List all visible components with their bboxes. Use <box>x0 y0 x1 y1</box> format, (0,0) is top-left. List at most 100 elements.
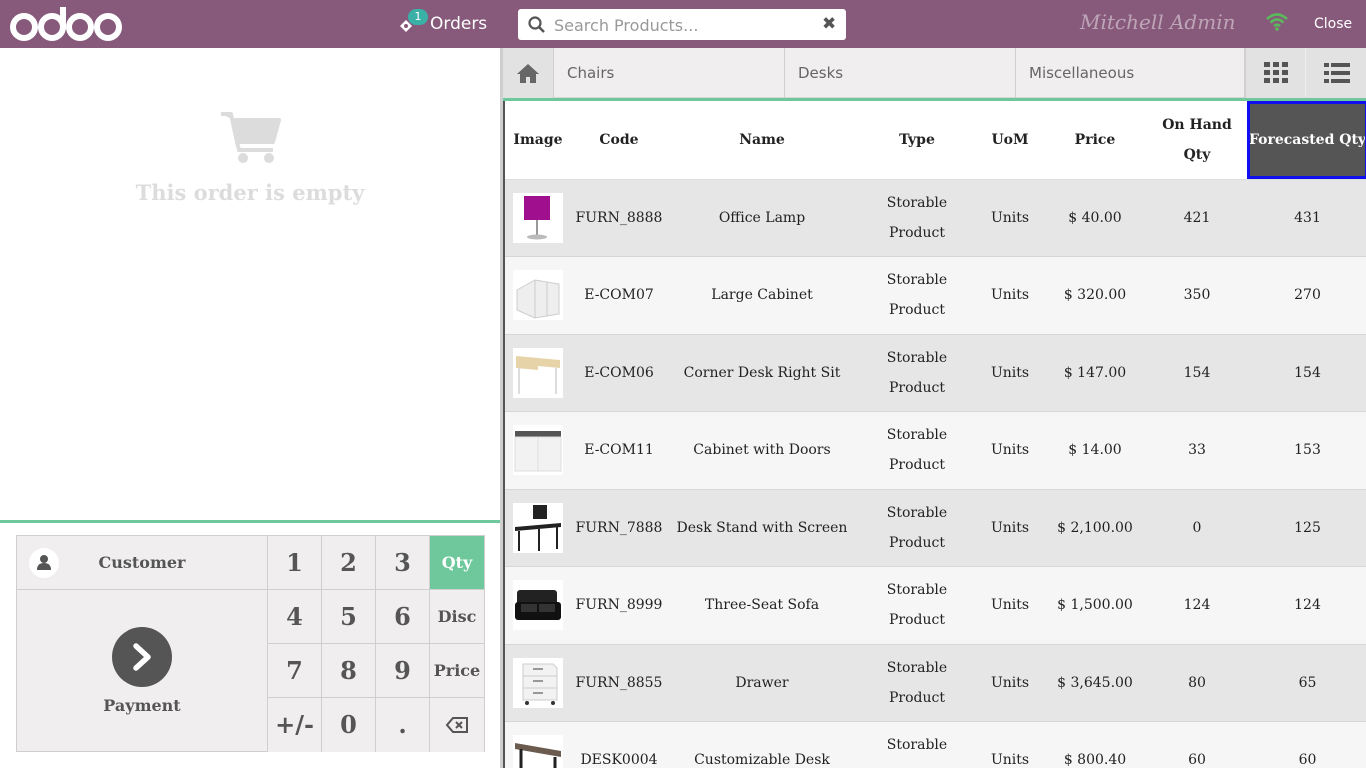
product-name: Drawer <box>667 644 857 722</box>
search-box: ✖ <box>518 9 846 40</box>
product-price: $ 320.00 <box>1043 256 1147 335</box>
table-row[interactable]: E-COM06 Corner Desk Right Sit Storable P… <box>505 334 1366 412</box>
numpad-key-9[interactable]: 9 <box>376 644 430 698</box>
product-on-hand-qty: 80 <box>1147 644 1247 722</box>
product-code: FURN_8855 <box>571 644 667 722</box>
table-row[interactable]: E-COM11 Cabinet with Doors Storable Prod… <box>505 411 1366 490</box>
product-code: DESK0004 <box>571 721 667 768</box>
product-uom: Units <box>977 489 1043 567</box>
numpad-key-0[interactable]: 0 <box>322 698 376 752</box>
list-view-button[interactable] <box>1306 48 1366 98</box>
customer-button[interactable]: Customer <box>16 535 268 590</box>
product-price: $ 2,100.00 <box>1043 489 1147 567</box>
chevron-right-icon <box>133 643 151 671</box>
home-icon <box>517 64 539 83</box>
product-type: Storable Product <box>857 411 977 490</box>
product-uom: Units <box>977 179 1043 257</box>
product-price: $ 40.00 <box>1043 179 1147 257</box>
numpad-key-3[interactable]: 3 <box>376 536 430 590</box>
table-row[interactable]: E-COM07 Large Cabinet Storable Product U… <box>505 256 1366 335</box>
product-type: Storable Product <box>857 334 977 412</box>
table-row[interactable]: DESK0004 Customizable Desk Storable Prod… <box>505 721 1366 768</box>
column-header-on-hand-qty[interactable]: On Hand Qty <box>1147 101 1247 180</box>
numpad-key-4[interactable]: 4 <box>268 590 322 644</box>
wifi-icon[interactable] <box>1266 13 1288 31</box>
orders-count-badge: 1 <box>408 9 428 25</box>
odoo-logo <box>10 7 122 41</box>
product-forecasted-qty: 154 <box>1247 334 1366 412</box>
product-code: E-COM07 <box>571 256 667 335</box>
product-on-hand-qty: 124 <box>1147 566 1247 645</box>
payment-chevron-circle <box>112 627 172 687</box>
search-input[interactable] <box>554 13 814 37</box>
product-price: $ 1,500.00 <box>1043 566 1147 645</box>
numpad-key-2[interactable]: 2 <box>322 536 376 590</box>
numpad-key-5[interactable]: 5 <box>322 590 376 644</box>
clear-search-icon[interactable]: ✖ <box>822 15 836 33</box>
numpad: 1 2 3 Qty 4 5 6 Disc 7 8 9 Price +/- 0 . <box>267 535 485 752</box>
column-header-code: Code <box>571 101 667 180</box>
drawer-image <box>513 657 563 708</box>
product-code: E-COM11 <box>571 411 667 490</box>
category-chairs[interactable]: Chairs <box>554 48 785 98</box>
category-miscellaneous[interactable]: Miscellaneous <box>1016 48 1245 98</box>
numpad-key-6[interactable]: 6 <box>376 590 430 644</box>
table-row[interactable]: FURN_8888 Office Lamp Storable Product U… <box>505 179 1366 257</box>
numpad-key-1[interactable]: 1 <box>268 536 322 590</box>
disc-mode-button[interactable]: Disc <box>430 590 484 644</box>
home-category-button[interactable] <box>503 48 554 98</box>
product-forecasted-qty: 124 <box>1247 566 1366 645</box>
product-name: Office Lamp <box>667 179 857 257</box>
product-image-cell <box>505 644 571 722</box>
price-mode-button[interactable]: Price <box>430 644 484 698</box>
orders-button[interactable]: 1 Orders <box>398 9 488 36</box>
product-uom: Units <box>977 644 1043 722</box>
backspace-button[interactable] <box>430 698 484 752</box>
product-on-hand-qty: 0 <box>1147 489 1247 567</box>
product-code: FURN_8888 <box>571 179 667 257</box>
product-name: Corner Desk Right Sit <box>667 334 857 412</box>
table-row[interactable]: FURN_8999 Three-Seat Sofa Storable Produ… <box>505 566 1366 645</box>
lamp-image <box>513 192 563 243</box>
column-header-price: Price <box>1043 101 1147 180</box>
product-image-cell <box>505 411 571 490</box>
cashier-name[interactable]: Mitchell Admin <box>1080 10 1235 34</box>
customer-label: Customer <box>98 553 186 572</box>
numpad-key-dot[interactable]: . <box>376 698 430 752</box>
numpad-key-8[interactable]: 8 <box>322 644 376 698</box>
table-row[interactable]: FURN_8855 Drawer Storable Product Units … <box>505 644 1366 722</box>
product-type: Storable Product <box>857 644 977 722</box>
numpad-key-7[interactable]: 7 <box>268 644 322 698</box>
numpad-key-plusminus[interactable]: +/- <box>268 698 322 752</box>
orders-label: Orders <box>430 14 488 34</box>
table-row[interactable]: FURN_7888 Desk Stand with Screen Storabl… <box>505 489 1366 567</box>
product-image-cell <box>505 489 571 567</box>
product-forecasted-qty: 153 <box>1247 411 1366 490</box>
grid-view-button[interactable] <box>1245 48 1305 98</box>
product-on-hand-qty: 421 <box>1147 179 1247 257</box>
payment-label: Payment <box>103 696 181 715</box>
product-forecasted-qty: 60 <box>1247 721 1366 768</box>
product-uom: Units <box>977 256 1043 335</box>
close-button[interactable]: Close <box>1314 16 1352 32</box>
search-icon <box>528 16 545 33</box>
product-uom: Units <box>977 721 1043 768</box>
list-icon <box>1324 63 1350 83</box>
product-uom: Units <box>977 566 1043 645</box>
column-header-image: Image <box>505 101 571 180</box>
column-header-uom: UoM <box>977 101 1043 180</box>
category-desks[interactable]: Desks <box>785 48 1016 98</box>
column-header-forecasted-qty[interactable]: Forecasted Qty <box>1247 101 1366 180</box>
payment-button[interactable]: Payment <box>16 590 268 752</box>
product-name: Cabinet with Doors <box>667 411 857 490</box>
sofa-image <box>513 580 563 631</box>
column-header-type: Type <box>857 101 977 180</box>
qty-mode-button[interactable]: Qty <box>430 536 484 590</box>
product-type: Storable Product <box>857 179 977 257</box>
product-code: FURN_8999 <box>571 566 667 645</box>
shopping-cart-icon <box>221 112 281 163</box>
column-header-name: Name <box>667 101 857 180</box>
product-image-cell <box>505 334 571 412</box>
product-list: Image Code Name Type UoM Price On Hand Q… <box>503 101 1366 768</box>
product-price: $ 3,645.00 <box>1043 644 1147 722</box>
